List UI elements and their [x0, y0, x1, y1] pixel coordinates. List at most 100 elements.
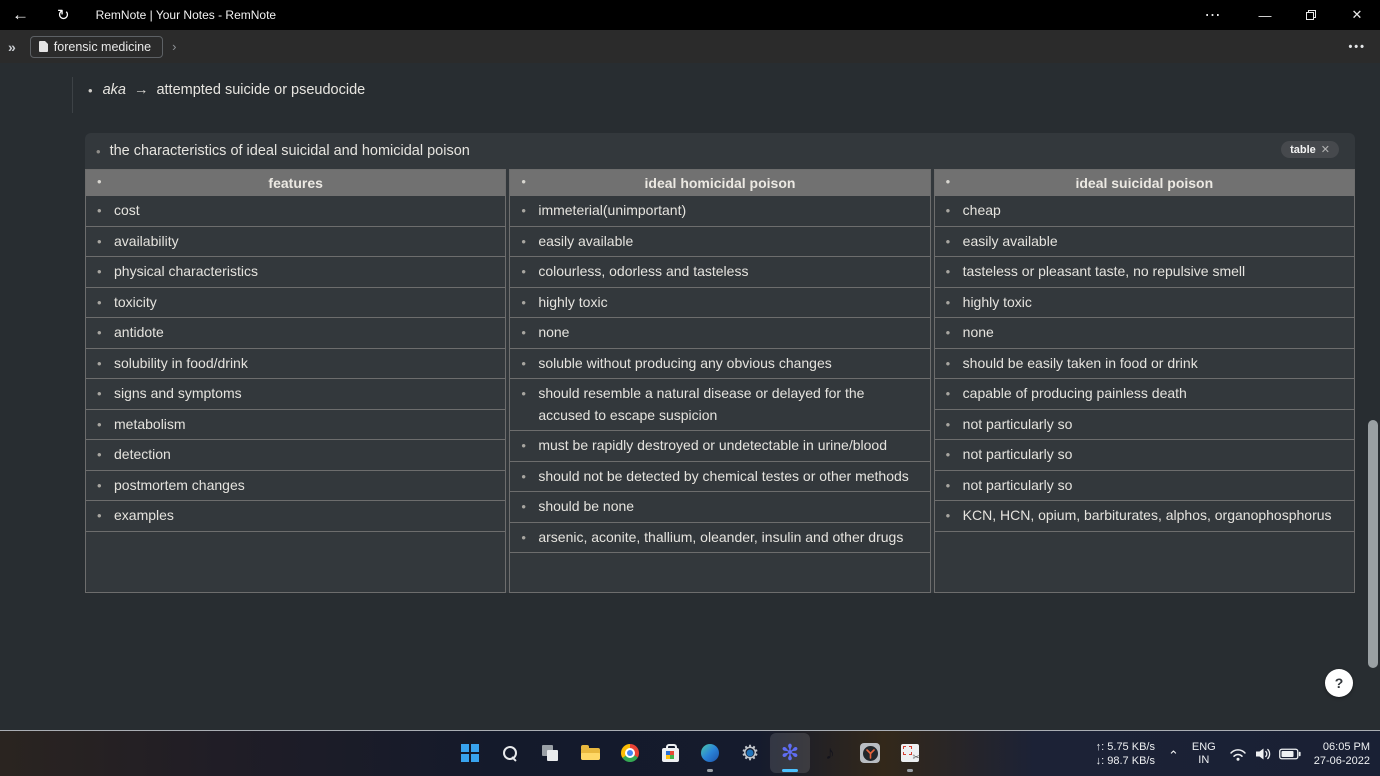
table-caption-row[interactable]: • the characteristics of ideal suicidal … [85, 133, 1355, 169]
task-view-button[interactable] [530, 733, 570, 773]
table-row[interactable]: should be none [510, 492, 929, 523]
minimize-button[interactable]: — [1242, 0, 1288, 30]
table-column: ideal homicidal poison immeterial(unimpor… [509, 169, 930, 593]
table-row[interactable]: capable of producing painless death [935, 379, 1354, 410]
table-row[interactable]: signs and symptoms [86, 379, 505, 410]
table-row[interactable]: cheap [935, 196, 1354, 227]
settings-button[interactable]: ⚙ [730, 733, 770, 773]
table-row[interactable]: highly toxic [935, 288, 1354, 319]
more-options-icon[interactable]: ••• [1348, 41, 1366, 53]
music-note-icon: ♪ [825, 744, 835, 763]
table-cell-text: KCN, HCN, opium, barbiturates, alphos, o… [963, 507, 1332, 523]
table-row[interactable]: should resemble a natural disease or del… [510, 379, 929, 431]
gear-icon: ⚙ [741, 743, 760, 764]
table-row[interactable]: not particularly so [935, 471, 1354, 502]
table-row[interactable]: toxicity [86, 288, 505, 319]
start-button[interactable] [450, 733, 490, 773]
table-row[interactable]: metabolism [86, 410, 505, 441]
sidebar-expand-icon[interactable]: » [8, 39, 16, 55]
table-row[interactable]: antidote [86, 318, 505, 349]
chrome-button[interactable] [610, 733, 650, 773]
table-badge-close-icon[interactable]: ✕ [1321, 143, 1330, 156]
table-row[interactable]: not particularly so [935, 410, 1354, 441]
store-icon [662, 748, 679, 762]
breadcrumb-item[interactable]: forensic medicine [30, 36, 163, 58]
window-menu-icon[interactable]: ⋯ [1190, 0, 1236, 30]
table-row[interactable]: solubility in food/drink [86, 349, 505, 380]
table-badge[interactable]: table ✕ [1281, 141, 1339, 158]
table-caption: the characteristics of ideal suicidal an… [110, 143, 470, 159]
table-cell-text: should be none [538, 498, 634, 514]
help-button[interactable]: ? [1325, 669, 1353, 697]
edge-button[interactable] [690, 733, 730, 773]
table-cell-text: solubility in food/drink [114, 355, 248, 371]
table-row[interactable]: KCN, HCN, opium, barbiturates, alphos, o… [935, 501, 1354, 532]
tray-expand-icon[interactable]: ⌃ [1168, 744, 1179, 764]
table-row[interactable]: colourless, odorless and tasteless [510, 257, 929, 288]
table-row[interactable]: none [510, 318, 929, 349]
snipping-tool-button[interactable]: ✂ [890, 733, 930, 773]
clock-app-button[interactable] [850, 733, 890, 773]
table-row[interactable]: not particularly so [935, 440, 1354, 471]
music-app-button[interactable]: ♪ [810, 733, 850, 773]
back-icon[interactable]: ← [12, 5, 29, 25]
bullet-icon: • [88, 83, 93, 98]
table-row[interactable]: availability [86, 227, 505, 258]
table-row[interactable]: should be easily taken in food or drink [935, 349, 1354, 380]
table-row[interactable]: physical characteristics [86, 257, 505, 288]
search-button[interactable] [490, 733, 530, 773]
table-row[interactable]: soluble without producing any obvious ch… [510, 349, 929, 380]
table-row[interactable]: arsenic, aconite, thallium, oleander, in… [510, 523, 929, 554]
table-cell-text: signs and symptoms [114, 385, 242, 401]
table-column-header-label: ideal suicidal poison [1075, 170, 1213, 196]
table-cell-text: should not be detected by chemical teste… [538, 468, 908, 484]
maximize-button[interactable] [1288, 0, 1334, 30]
table-cell-text: cheap [963, 202, 1001, 218]
table-row[interactable]: must be rapidly destroyed or undetectabl… [510, 431, 929, 462]
table-row[interactable]: none [935, 318, 1354, 349]
table-row[interactable]: examples [86, 501, 505, 532]
table-column-header[interactable]: ideal suicidal poison [935, 170, 1354, 196]
table-cell-text: immeterial(unimportant) [538, 202, 686, 218]
file-explorer-button[interactable] [570, 733, 610, 773]
table-row[interactable]: detection [86, 440, 505, 471]
table-row[interactable]: easily available [935, 227, 1354, 258]
table-column-header[interactable]: ideal homicidal poison [510, 170, 929, 196]
table-row[interactable]: easily available [510, 227, 929, 258]
refresh-icon[interactable]: ↻ [57, 6, 70, 24]
edge-icon [701, 744, 719, 762]
volume-icon [1254, 747, 1272, 761]
system-tray-icons[interactable] [1229, 747, 1301, 762]
table-cell-text: soluble without producing any obvious ch… [538, 355, 831, 371]
table-cell-text: cost [114, 202, 140, 218]
table-column-header[interactable]: features [86, 170, 505, 196]
table-cell-text: colourless, odorless and tasteless [538, 263, 748, 279]
microsoft-store-button[interactable] [650, 733, 690, 773]
scrollbar-thumb[interactable] [1368, 420, 1378, 668]
table-cell-text: highly toxic [538, 294, 607, 310]
table-cell-text: tasteless or pleasant taste, no repulsiv… [963, 263, 1245, 279]
table-row[interactable]: should not be detected by chemical teste… [510, 462, 929, 493]
clock-widget[interactable]: 06:05 PM 27-06-2022 [1314, 740, 1370, 768]
poison-table: • the characteristics of ideal suicidal … [85, 133, 1355, 593]
table-row[interactable]: tasteless or pleasant taste, no repulsiv… [935, 257, 1354, 288]
bullet-line-aka[interactable]: • aka → attempted suicide or pseudocide [88, 82, 365, 98]
table-cell-text: availability [114, 233, 179, 249]
table-row[interactable]: postmortem changes [86, 471, 505, 502]
table-row[interactable]: immeterial(unimportant) [510, 196, 929, 227]
remnote-button[interactable]: ✻ [770, 733, 810, 773]
table-row[interactable]: cost [86, 196, 505, 227]
indent-guide [72, 77, 73, 113]
close-button[interactable]: ✕ [1334, 0, 1380, 30]
table-cell-text: arsenic, aconite, thallium, oleander, in… [538, 529, 903, 545]
table-row[interactable]: highly toxic [510, 288, 929, 319]
breadcrumb-label: forensic medicine [54, 40, 151, 54]
table-badge-label: table [1290, 144, 1316, 156]
table-cell-text: capable of producing painless death [963, 385, 1187, 401]
language-indicator[interactable]: ENG IN [1192, 741, 1216, 767]
table-column-header-label: features [268, 170, 322, 196]
taskbar-center: ⚙ ✻ ♪ ✂ [450, 733, 930, 773]
table-cell-text: none [963, 324, 994, 340]
taskbar-tray: ↑: 5.75 KB/s ↓: 98.7 KB/s ⌃ ENG IN [1096, 731, 1370, 776]
running-indicator [707, 769, 713, 772]
